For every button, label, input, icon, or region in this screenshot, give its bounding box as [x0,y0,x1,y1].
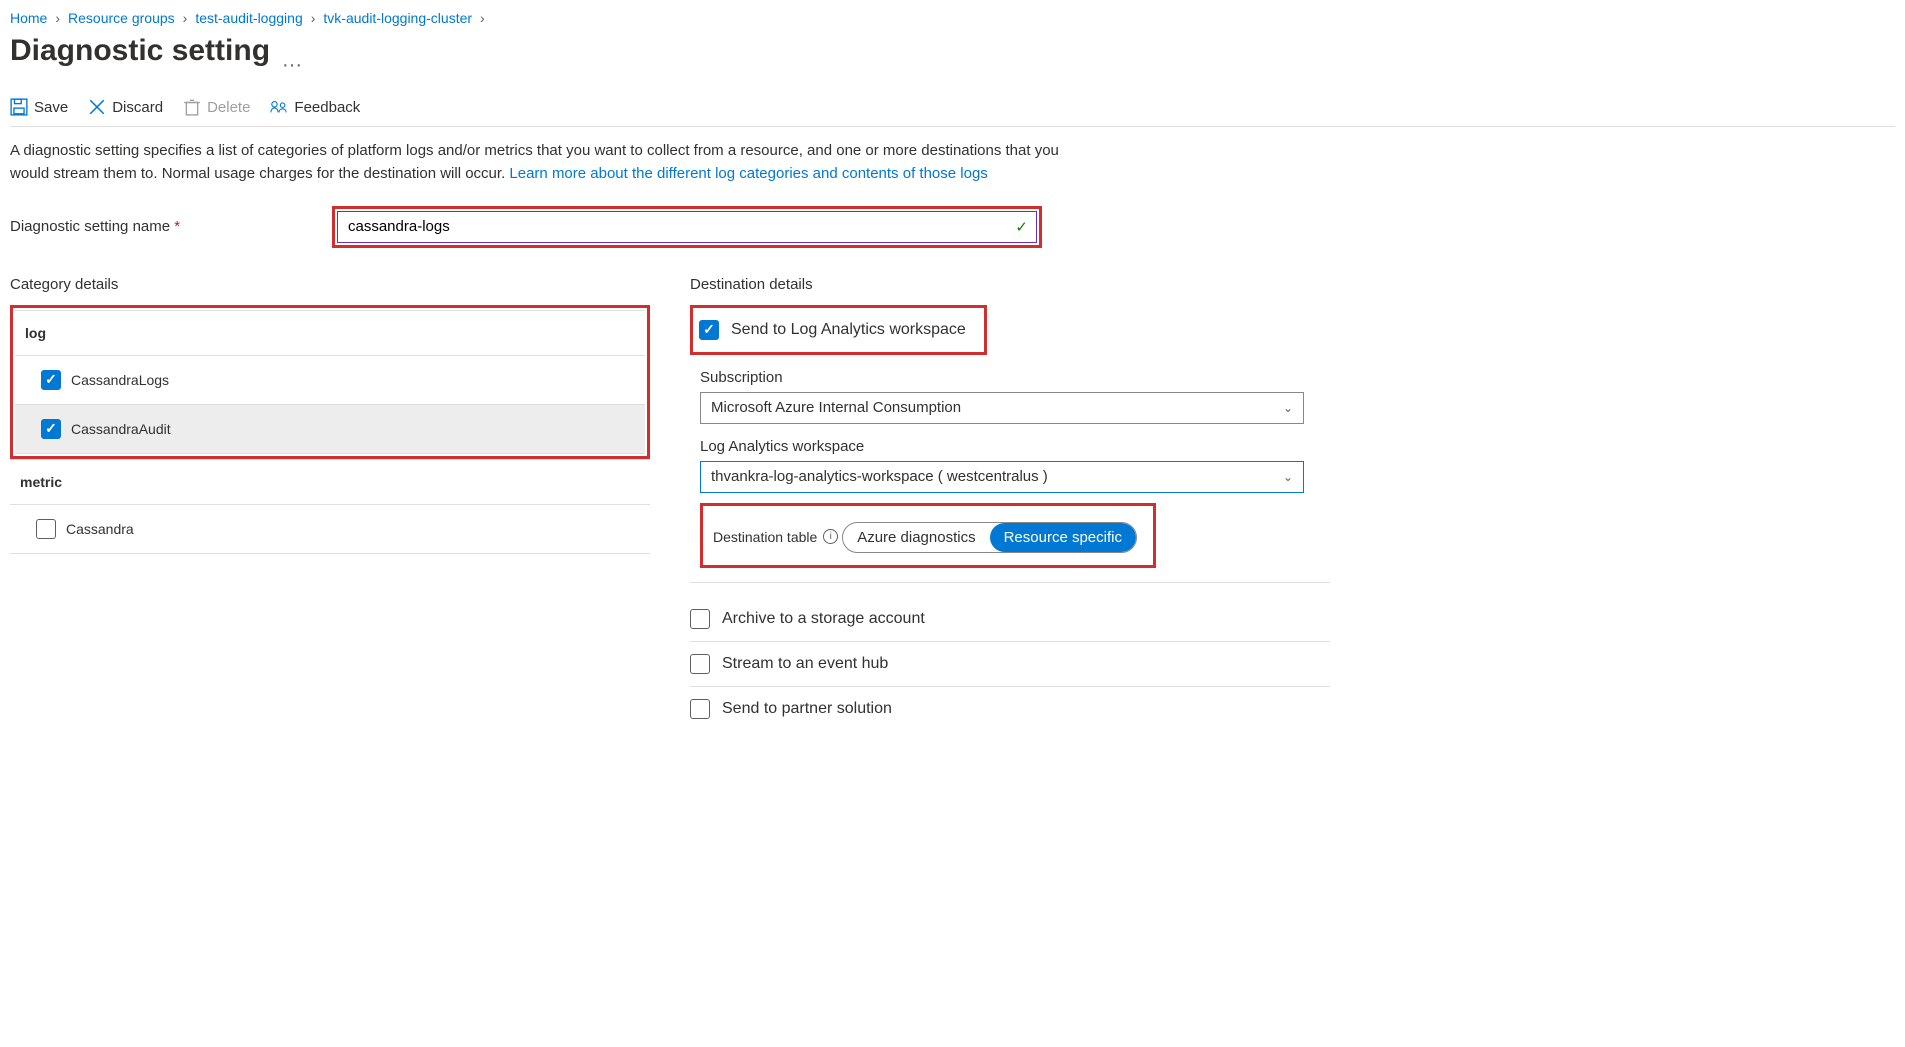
breadcrumb-group[interactable]: test-audit-logging [195,10,302,26]
info-icon[interactable]: i [823,529,838,544]
category-row-cassandralogs[interactable]: CassandraLogs [15,356,645,405]
workspace-label: Log Analytics workspace [700,438,1330,455]
toggle-azure-diagnostics[interactable]: Azure diagnostics [843,523,989,552]
chevron-down-icon: ⌄ [1283,470,1293,484]
highlight-send-law: Send to Log Analytics workspace [690,305,987,355]
category-row-cassandraaudit[interactable]: CassandraAudit [15,405,645,453]
category-details-header: Category details [10,276,650,293]
close-icon [88,98,106,116]
save-label: Save [34,99,68,116]
chevron-right-icon: › [480,10,485,26]
category-label: CassandraLogs [71,372,169,388]
feedback-button[interactable]: Feedback [270,98,360,116]
destination-archive-storage[interactable]: Archive to a storage account [690,597,1330,642]
toolbar: Save Discard Delete Feedback [10,92,1895,126]
category-row-cassandra-metric[interactable]: Cassandra [10,505,650,553]
save-icon [10,98,28,116]
toggle-resource-specific[interactable]: Resource specific [990,523,1136,552]
discard-button[interactable]: Discard [88,98,163,116]
setting-name-input[interactable] [346,217,1015,236]
check-icon: ✓ [1015,218,1028,236]
category-label: Cassandra [66,521,134,537]
checkbox-send-law[interactable] [699,320,719,340]
workspace-value: thvankra-log-analytics-workspace ( westc… [711,468,1048,485]
intro-text: A diagnostic setting specifies a list of… [10,127,1060,196]
archive-label: Archive to a storage account [722,610,925,628]
learn-more-link[interactable]: Learn more about the different log categ… [509,165,987,182]
category-label: CassandraAudit [71,421,171,437]
chevron-right-icon: › [55,10,60,26]
destination-table-label: Destination table [713,529,817,545]
checkbox-eventhub[interactable] [690,654,710,674]
more-icon[interactable]: ··· [282,46,302,77]
checkbox-archive[interactable] [690,609,710,629]
discard-label: Discard [112,99,163,116]
subscription-label: Subscription [700,369,1330,386]
eventhub-label: Stream to an event hub [722,655,888,673]
destination-event-hub[interactable]: Stream to an event hub [690,642,1330,687]
chevron-right-icon: › [311,10,316,26]
subscription-select[interactable]: Microsoft Azure Internal Consumption ⌄ [700,392,1304,424]
destination-details-header: Destination details [690,276,1330,293]
destination-table-toggle[interactable]: Azure diagnostics Resource specific [842,522,1137,553]
page-title: Diagnostic setting [10,34,270,68]
highlight-log-categories: log CassandraLogs CassandraAudit [10,305,650,459]
subscription-value: Microsoft Azure Internal Consumption [711,399,961,416]
partner-label: Send to partner solution [722,700,892,718]
checkbox-cassandra-metric[interactable] [36,519,56,539]
workspace-select[interactable]: thvankra-log-analytics-workspace ( westc… [700,461,1304,493]
delete-label: Delete [207,99,250,116]
highlight-setting-name: ✓ [332,206,1042,248]
save-button[interactable]: Save [10,98,68,116]
breadcrumb-resource-groups[interactable]: Resource groups [68,10,175,26]
log-group-header: log [15,311,645,356]
breadcrumb-home[interactable]: Home [10,10,47,26]
send-law-label: Send to Log Analytics workspace [731,321,966,339]
setting-name-label: Diagnostic setting name * [10,218,320,235]
checkbox-cassandralogs[interactable] [41,370,61,390]
chevron-down-icon: ⌄ [1283,401,1293,415]
breadcrumb: Home › Resource groups › test-audit-logg… [10,10,1895,30]
checkbox-cassandraaudit[interactable] [41,419,61,439]
metric-group-header: metric [10,459,650,505]
delete-button: Delete [183,98,250,116]
breadcrumb-cluster[interactable]: tvk-audit-logging-cluster [323,10,472,26]
highlight-destination-table: Destination table i Azure diagnostics Re… [700,503,1156,568]
feedback-label: Feedback [294,99,360,116]
checkbox-partner[interactable] [690,699,710,719]
trash-icon [183,98,201,116]
destination-partner[interactable]: Send to partner solution [690,687,1330,731]
chevron-right-icon: › [183,10,188,26]
feedback-icon [270,98,288,116]
